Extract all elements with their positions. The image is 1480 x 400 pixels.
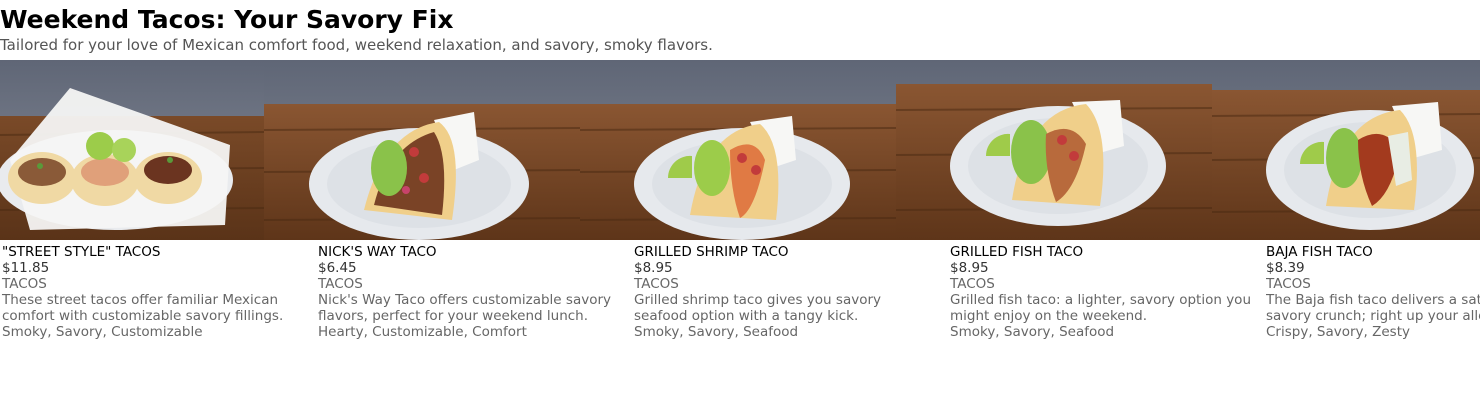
- item-price: $8.95: [950, 260, 989, 276]
- grilled-shrimp-taco-image[interactable]: [580, 60, 896, 240]
- item-description: The Baja fish taco delivers a satisfying…: [1266, 292, 1480, 324]
- baja-fish-taco-image[interactable]: [1212, 60, 1480, 240]
- item-tags: Smoky, Savory, Seafood: [634, 324, 799, 340]
- item-category: TACOS: [634, 276, 679, 292]
- item-price: $6.45: [318, 260, 357, 276]
- item-price: $11.85: [2, 260, 50, 276]
- page-title: Weekend Tacos: Your Savory Fix: [0, 5, 454, 34]
- item-description: These street tacos offer familiar Mexica…: [2, 292, 284, 324]
- menu-item-card[interactable]: GRILLED FISH TACO $8.95 TACOS Grilled fi…: [950, 244, 1254, 340]
- item-name[interactable]: "STREET STYLE" TACOS: [2, 244, 306, 260]
- menu-item-card[interactable]: GRILLED SHRIMP TACO $8.95 TACOS Grilled …: [634, 244, 938, 340]
- item-category: TACOS: [950, 276, 995, 292]
- nicks-way-taco-image[interactable]: [264, 60, 580, 240]
- taco-image-strip: [0, 60, 1480, 240]
- page-subtitle: Tailored for your love of Mexican comfor…: [0, 36, 713, 54]
- menu-item-card[interactable]: NICK'S WAY TACO $6.45 TACOS Nick's Way T…: [318, 244, 622, 340]
- item-tags: Crispy, Savory, Zesty: [1266, 324, 1410, 340]
- item-tags: Hearty, Customizable, Comfort: [318, 324, 527, 340]
- grilled-fish-taco-image[interactable]: [896, 60, 1212, 240]
- item-price: $8.39: [1266, 260, 1305, 276]
- item-name[interactable]: NICK'S WAY TACO: [318, 244, 622, 260]
- item-category: TACOS: [2, 276, 47, 292]
- item-price: $8.95: [634, 260, 673, 276]
- item-tags: Smoky, Savory, Seafood: [950, 324, 1115, 340]
- item-category: TACOS: [1266, 276, 1311, 292]
- menu-item-card[interactable]: "STREET STYLE" TACOS $11.85 TACOS These …: [2, 244, 306, 340]
- item-category: TACOS: [318, 276, 363, 292]
- menu-item-card[interactable]: BAJA FISH TACO $8.39 TACOS The Baja fish…: [1266, 244, 1480, 340]
- item-name[interactable]: GRILLED SHRIMP TACO: [634, 244, 938, 260]
- item-description: Grilled shrimp taco gives you savory sea…: [634, 292, 882, 324]
- item-name[interactable]: BAJA FISH TACO: [1266, 244, 1480, 260]
- item-name[interactable]: GRILLED FISH TACO: [950, 244, 1254, 260]
- page-header: Weekend Tacos: Your Savory Fix Tailored …: [0, 4, 1480, 54]
- item-tags: Smoky, Savory, Customizable: [2, 324, 203, 340]
- item-description: Grilled fish taco: a lighter, savory opt…: [950, 292, 1251, 324]
- street-style-tacos-image[interactable]: [0, 60, 264, 240]
- item-description: Nick's Way Taco offers customizable savo…: [318, 292, 611, 324]
